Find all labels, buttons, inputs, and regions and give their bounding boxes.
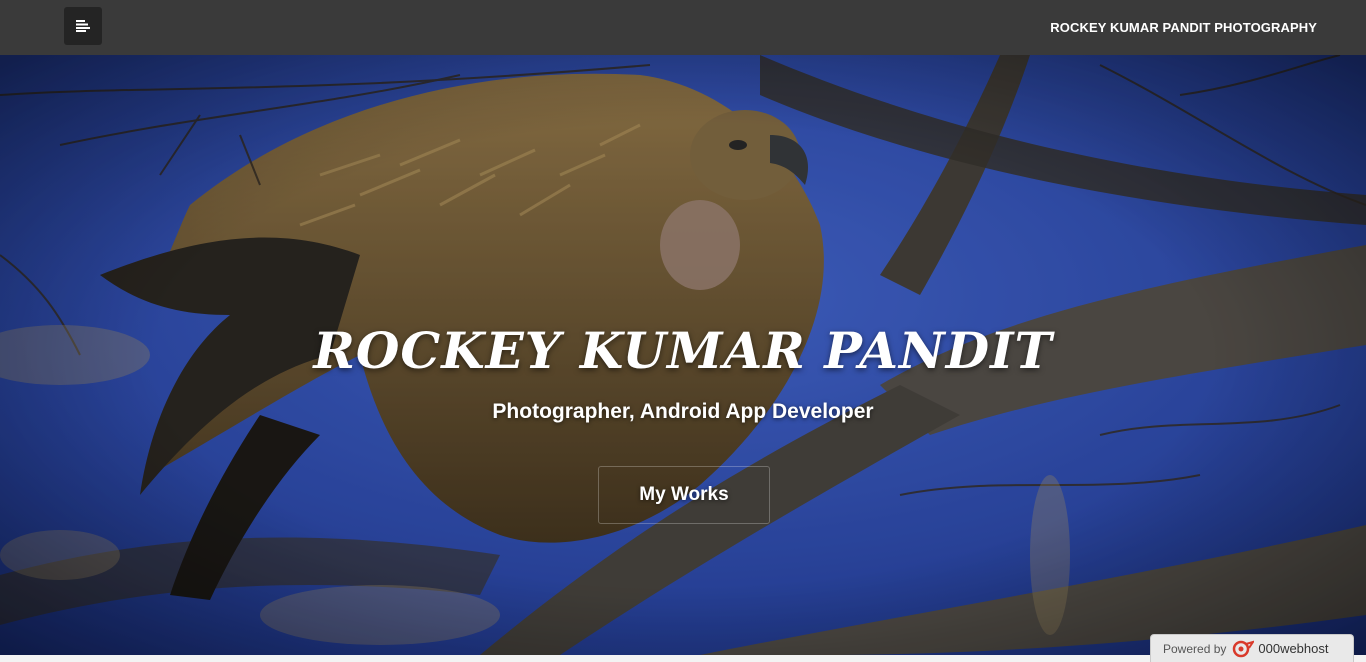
hero-subtitle: Photographer, Android App Developer [492, 400, 874, 423]
hero-section: ROCKEY KUMAR PANDIT Photographer, Androi… [0, 55, 1366, 655]
menu-lines-icon [76, 20, 90, 32]
powered-by-badge[interactable]: Powered by 000webhost [1150, 634, 1354, 662]
powered-by-text: Powered by [1163, 641, 1227, 656]
site-title[interactable]: ROCKEY KUMAR PANDIT PHOTOGRAPHY [1050, 20, 1317, 35]
hero-name-heading: ROCKEY KUMAR PANDIT [313, 321, 1053, 380]
my-works-button[interactable]: My Works [598, 466, 770, 524]
000webhost-logo-icon [1233, 640, 1255, 657]
menu-toggle-button[interactable] [64, 7, 102, 45]
my-works-label: My Works [639, 484, 729, 505]
host-name-text: 000webhost [1258, 641, 1329, 656]
top-navbar: ROCKEY KUMAR PANDIT PHOTOGRAPHY [0, 0, 1366, 55]
